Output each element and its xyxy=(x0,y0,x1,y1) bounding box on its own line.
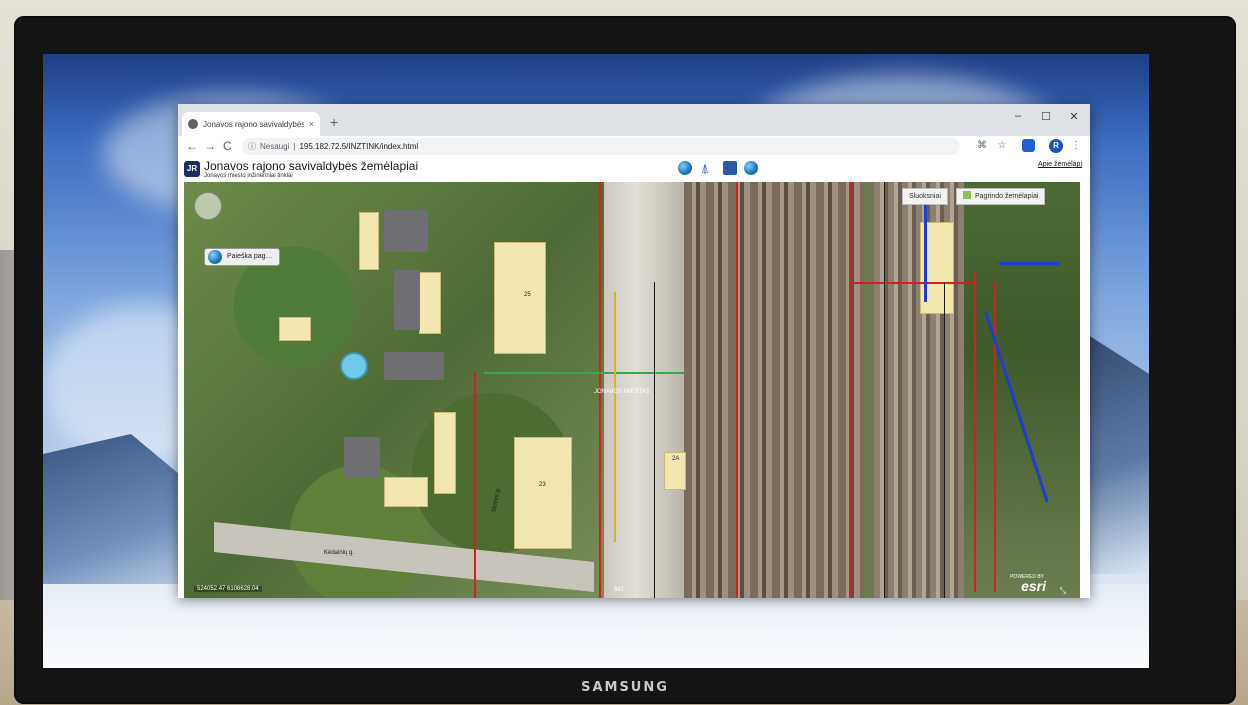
address-divider: | xyxy=(293,142,296,151)
map-building[interactable] xyxy=(359,212,379,270)
utility-line-red xyxy=(994,282,996,592)
utility-line-red xyxy=(974,272,976,592)
info-icon[interactable]: ⓘ xyxy=(248,141,256,152)
profile-avatar[interactable]: R xyxy=(1049,139,1063,153)
map-roof xyxy=(344,437,380,477)
search-button-label: Paieška pag… xyxy=(227,253,273,260)
measure-icon[interactable]: ⍋ xyxy=(698,161,712,175)
forward-button[interactable]: → xyxy=(204,139,216,153)
extension-icon[interactable] xyxy=(1022,139,1035,152)
app-title: Jonavos rajono savivaldybės žemėlapiai xyxy=(204,159,419,173)
map-navigation-widget[interactable] xyxy=(194,192,222,220)
map-roof xyxy=(384,210,428,252)
map-pool xyxy=(340,352,368,380)
close-window-button[interactable]: ✕ xyxy=(1066,110,1082,123)
new-tab-button[interactable]: + xyxy=(330,115,338,129)
about-map-link[interactable]: Apie žemėlapį xyxy=(1038,161,1082,168)
basemap-icon xyxy=(963,191,971,199)
tab-title: Jonavos rajono savivaldybės žem… xyxy=(203,119,304,129)
back-button[interactable]: ← xyxy=(186,139,198,153)
app-header: JR Jonavos rajono savivaldybės žemėlapia… xyxy=(178,158,1090,182)
search-globe-icon xyxy=(208,250,222,264)
minimize-button[interactable]: – xyxy=(1010,110,1026,122)
translate-icon[interactable]: ⌘ xyxy=(976,140,988,152)
map-building[interactable] xyxy=(514,437,572,549)
basemap-button[interactable]: Pagrindo žemėlapiai xyxy=(956,188,1046,205)
utility-line-blue xyxy=(924,202,927,302)
layers-button[interactable]: Sluoksniai xyxy=(902,188,948,205)
print-icon[interactable] xyxy=(723,161,737,175)
expand-icon[interactable]: ⤡ xyxy=(1060,586,1066,596)
map-building[interactable] xyxy=(494,242,546,354)
utility-line-yellow xyxy=(614,292,616,542)
map-building[interactable] xyxy=(434,412,456,494)
map-building[interactable] xyxy=(419,272,441,334)
address-bar[interactable]: ⓘ Nesaugi | 195.182.72.5/INZTINK/index.h… xyxy=(242,138,960,155)
esri-logo[interactable]: esri xyxy=(1021,578,1046,594)
utility-line-blue xyxy=(999,262,1059,265)
utility-line-red xyxy=(854,282,974,284)
security-label: Nesaugi xyxy=(260,142,290,151)
browser-window: Jonavos rajono savivaldybės žem… × + – ☐… xyxy=(178,104,1090,598)
monitor-brand: SAMSUNG xyxy=(581,680,669,695)
map-building[interactable] xyxy=(279,317,311,341)
utility-line-black xyxy=(944,282,945,598)
browser-toolbar: ← → C ⓘ Nesaugi | 195.182.72.5/INZTINK/i… xyxy=(178,136,1090,159)
map-label-house-number: 2A xyxy=(672,456,680,462)
utility-line-red xyxy=(736,182,738,598)
map-label-house-number: 23 xyxy=(539,482,546,488)
tab-close-icon[interactable]: × xyxy=(309,119,314,129)
map-label-area: JONAVOS MIESTAS xyxy=(594,389,650,395)
tab-strip: Jonavos rajono savivaldybės žem… × + – ☐… xyxy=(178,104,1090,136)
maximize-button[interactable]: ☐ xyxy=(1038,110,1054,123)
utility-line-red xyxy=(849,182,851,598)
tab-favicon-icon xyxy=(188,119,198,129)
browser-tab[interactable]: Jonavos rajono savivaldybės žem… × xyxy=(182,112,320,136)
map-label-house-number: 25 xyxy=(524,292,531,298)
utility-line-red xyxy=(474,372,476,598)
app-subtitle: Jonavos miesto inžineriniai tinklai xyxy=(204,173,293,179)
map-roof xyxy=(384,352,444,380)
map-building[interactable] xyxy=(384,477,428,507)
basemap-button-label: Pagrindo žemėlapiai xyxy=(975,193,1039,200)
map-coordinates: 524052.47 6106628.04 xyxy=(194,586,262,592)
map-view[interactable]: JONAVOS MIESTAS Kėdainių g. Stoties g. 2… xyxy=(184,182,1080,598)
search-button[interactable]: Paieška pag… xyxy=(204,248,280,266)
map-roof xyxy=(394,270,420,330)
utility-line-black xyxy=(654,282,655,598)
reload-button[interactable]: C xyxy=(223,139,232,153)
map-aerial-right xyxy=(964,182,1080,598)
world-icon[interactable] xyxy=(744,161,758,175)
globe-icon[interactable] xyxy=(678,161,692,175)
utility-line-black xyxy=(884,182,885,598)
menu-kebab-icon[interactable]: ⋮ xyxy=(1070,140,1082,152)
map-railway xyxy=(684,182,864,598)
url-text: 195.182.72.5/INZTINK/index.html xyxy=(299,142,419,151)
app-logo: JR xyxy=(184,161,200,177)
map-label-street: Kėdainių g. xyxy=(324,550,355,556)
bookmark-star-icon[interactable]: ☆ xyxy=(996,140,1008,152)
map-label-number: 987 xyxy=(614,587,625,593)
